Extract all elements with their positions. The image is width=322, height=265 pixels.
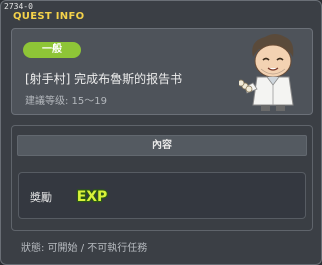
quest-content-panel: 內容 獎勵 EXP	[11, 125, 313, 231]
quest-name: [射手村] 完成布魯斯的报告书	[25, 72, 183, 86]
content-header: 內容	[17, 135, 307, 156]
reward-box: 獎勵 EXP	[18, 172, 306, 219]
exp-reward-icon[interactable]: EXP	[75, 187, 109, 205]
quest-summary-panel: 一般 [射手村] 完成布魯斯的报告书 建議等级: 15～19	[11, 28, 313, 115]
exp-reward-text: EXP	[77, 189, 108, 205]
reward-label: 獎勵	[30, 191, 52, 204]
category-badge: 一般	[23, 42, 81, 58]
npc-portrait-icon	[239, 34, 294, 111]
quest-info-window: 2734-0 QUEST INFO 一般 [射手村] 完成布魯斯的报告书 建議等…	[0, 0, 322, 265]
window-title: QUEST INFO	[13, 11, 85, 22]
quest-status: 狀態: 可開始 / 不可執行任務	[21, 243, 148, 254]
quest-id: 2734-0	[4, 2, 33, 11]
recommended-level: 建議等级: 15～19	[25, 96, 107, 107]
